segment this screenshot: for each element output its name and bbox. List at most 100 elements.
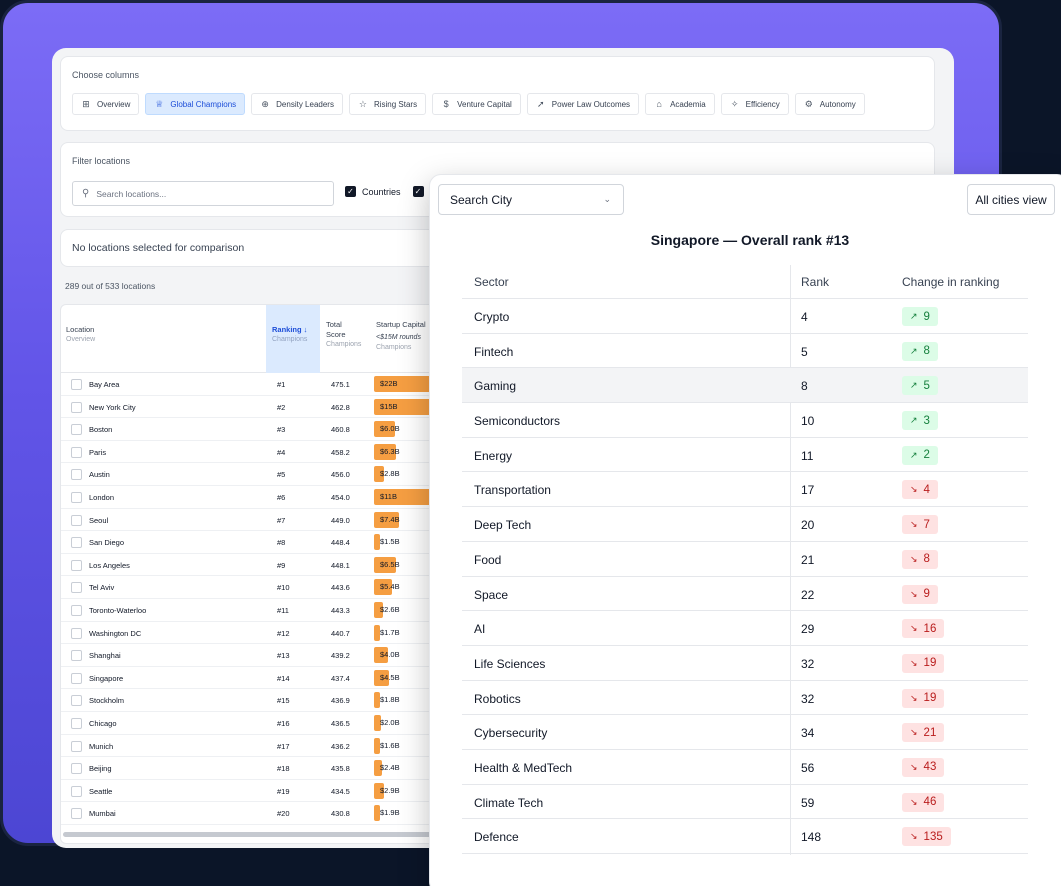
change-badge: ↗ 5	[902, 376, 938, 396]
ranking-value: #15	[277, 696, 290, 706]
countries-checkbox[interactable]: ✓	[345, 186, 356, 197]
search-locations-input[interactable]	[96, 188, 317, 199]
sector-table-header: Sector Rank Change in ranking	[462, 265, 1028, 299]
score-value: 456.0	[331, 470, 350, 480]
sector-row[interactable]: Crypto 4 ↗ 9	[462, 299, 1028, 334]
row-checkbox[interactable]	[71, 672, 82, 684]
capital-bar-cell: $1.6B	[374, 737, 400, 754]
sector-row[interactable]: Deep Tech 20 ↘ 7	[462, 507, 1028, 542]
column-chip-autonomy[interactable]: ⚙ Autonomy	[794, 93, 865, 115]
sparkle-icon: ✧	[730, 98, 739, 109]
arrow-down-right-icon: ↘	[910, 657, 918, 668]
row-checkbox[interactable]	[71, 785, 82, 797]
horizontal-scrollbar[interactable]	[63, 832, 443, 837]
row-checkbox[interactable]	[71, 605, 82, 616]
row-checkbox[interactable]	[71, 763, 82, 775]
row-checkbox[interactable]	[71, 514, 82, 526]
location-header[interactable]: Location Overview	[66, 325, 95, 345]
score-value: 440.7	[331, 628, 350, 638]
capital-value: $1.9B	[380, 808, 400, 818]
sector-name: Transportation	[474, 483, 551, 498]
location-name: Boston	[89, 425, 113, 435]
arrow-up-right-icon: ↗	[910, 311, 918, 321]
capital-bar-cell: $7.4B	[374, 511, 400, 528]
row-checkbox[interactable]	[71, 650, 82, 662]
column-chip-academia[interactable]: ⌂ Academia	[645, 93, 715, 115]
row-checkbox[interactable]	[71, 808, 82, 820]
location-name: Seattle	[89, 786, 113, 796]
row-checkbox[interactable]	[71, 559, 82, 571]
score-value: 449.0	[331, 515, 350, 525]
score-value: 439.2	[331, 651, 350, 661]
comparison-text: No locations selected for comparison	[72, 242, 245, 254]
sector-row[interactable]: AI 29 ↘ 16	[462, 611, 1028, 646]
sector-row[interactable]: Space 22 ↘ 9	[462, 577, 1028, 612]
row-checkbox[interactable]	[71, 492, 82, 503]
sector-row[interactable]: Robotics 32 ↘ 19	[462, 681, 1028, 716]
capital-value: $15B	[380, 401, 398, 411]
sector-row[interactable]: Health & MedTech 56 ↘ 43	[462, 750, 1028, 785]
column-chip-rising-stars[interactable]: ☆ Rising Stars	[348, 93, 427, 115]
ranking-value: #9	[277, 560, 286, 570]
search-city-select[interactable]: Search City ⌄	[438, 184, 624, 215]
second-checkbox[interactable]: ✓	[412, 186, 424, 197]
sector-row[interactable]: Life Sciences 32 ↘ 19	[462, 646, 1028, 681]
column-chip-power-law-outcomes[interactable]: ➚ Power Law Outcomes	[526, 93, 640, 115]
row-checkbox[interactable]	[71, 424, 82, 436]
ranking-value: #7	[277, 515, 286, 525]
sector-row[interactable]: Defence 148 ↘ 135	[462, 819, 1028, 854]
score-value: 443.3	[331, 606, 350, 615]
search-locations-box[interactable]: ⚲	[72, 181, 334, 206]
column-chip-efficiency[interactable]: ✧ Efficiency	[720, 93, 789, 115]
column-chip-density-leaders[interactable]: ⊕ Density Leaders	[251, 93, 343, 115]
capital-value: $6.5B	[380, 559, 400, 569]
sector-row[interactable]: Energy 11 ↗ 2	[462, 438, 1028, 473]
countries-filter[interactable]: ✓ Countries ✓	[345, 186, 424, 197]
arrow-up-right-icon: ↗	[910, 345, 918, 356]
ranking-value: #3	[277, 425, 286, 435]
sector-row[interactable]: Semiconductors 10 ↗ 3	[462, 403, 1028, 438]
all-cities-view-button[interactable]: All cities view	[967, 184, 1055, 215]
ranking-header[interactable]: Ranking ↓ Champions	[272, 325, 307, 345]
sector-row[interactable]: Fintech 5 ↗ 8	[462, 334, 1028, 369]
row-checkbox[interactable]	[71, 695, 82, 707]
column-chip-global-champions[interactable]: ♕ Global Champions	[145, 93, 246, 115]
sector-row[interactable]: Climate Tech 59 ↘ 46	[462, 785, 1028, 820]
score-value: 454.0	[331, 493, 350, 502]
column-chip-venture-capital[interactable]: $ Venture Capital	[432, 93, 521, 115]
change-header: Change in ranking	[902, 275, 1000, 289]
capital-bar-cell: $6.0B	[374, 421, 400, 438]
column-chip-label: Rising Stars	[373, 99, 418, 109]
sector-row[interactable]: Transportation 17 ↘ 4	[462, 472, 1028, 508]
sector-name: Semiconductors	[474, 414, 561, 429]
change-badge: ↗ 2	[902, 445, 938, 465]
capital-value: $2.4B	[380, 763, 400, 773]
ranking-value: #17	[277, 741, 290, 751]
filter-locations-label: Filter locations	[72, 156, 131, 166]
change-value: 19	[923, 692, 937, 705]
capital-value: $2.0B	[380, 718, 400, 727]
startup-capital-header[interactable]: Startup Capital <$15M rounds Champions	[376, 320, 426, 353]
capital-bar-cell: $15B	[374, 398, 431, 415]
row-checkbox[interactable]	[71, 718, 82, 729]
change-badge: ↘ 19	[902, 688, 945, 708]
choose-columns-card: Choose columns ⊞ Overview ♕ Global Champion…	[60, 56, 935, 131]
row-checkbox[interactable]	[71, 627, 82, 639]
row-checkbox[interactable]	[71, 446, 82, 458]
row-checkbox[interactable]	[71, 401, 82, 413]
row-checkbox[interactable]	[71, 469, 82, 481]
sector-row[interactable]: Gaming 8 ↗ 5	[462, 368, 1028, 404]
arrow-up-right-icon: ↗	[910, 415, 918, 426]
sector-row[interactable]: Food 21 ↘ 8	[462, 542, 1028, 577]
sector-row[interactable]: Cybersecurity 34 ↘ 21	[462, 715, 1028, 750]
sector-name: Climate Tech	[474, 795, 544, 810]
column-chip-overview[interactable]: ⊞ Overview	[72, 93, 140, 115]
row-checkbox[interactable]	[71, 537, 82, 549]
ranking-value: #8	[277, 538, 286, 548]
row-checkbox[interactable]	[71, 379, 82, 390]
total-score-header[interactable]: Total Score Champions	[326, 320, 361, 350]
row-checkbox[interactable]	[71, 740, 82, 752]
ranking-value: #19	[277, 786, 290, 796]
row-checkbox[interactable]	[71, 582, 82, 594]
ranking-value: #14	[277, 673, 290, 683]
